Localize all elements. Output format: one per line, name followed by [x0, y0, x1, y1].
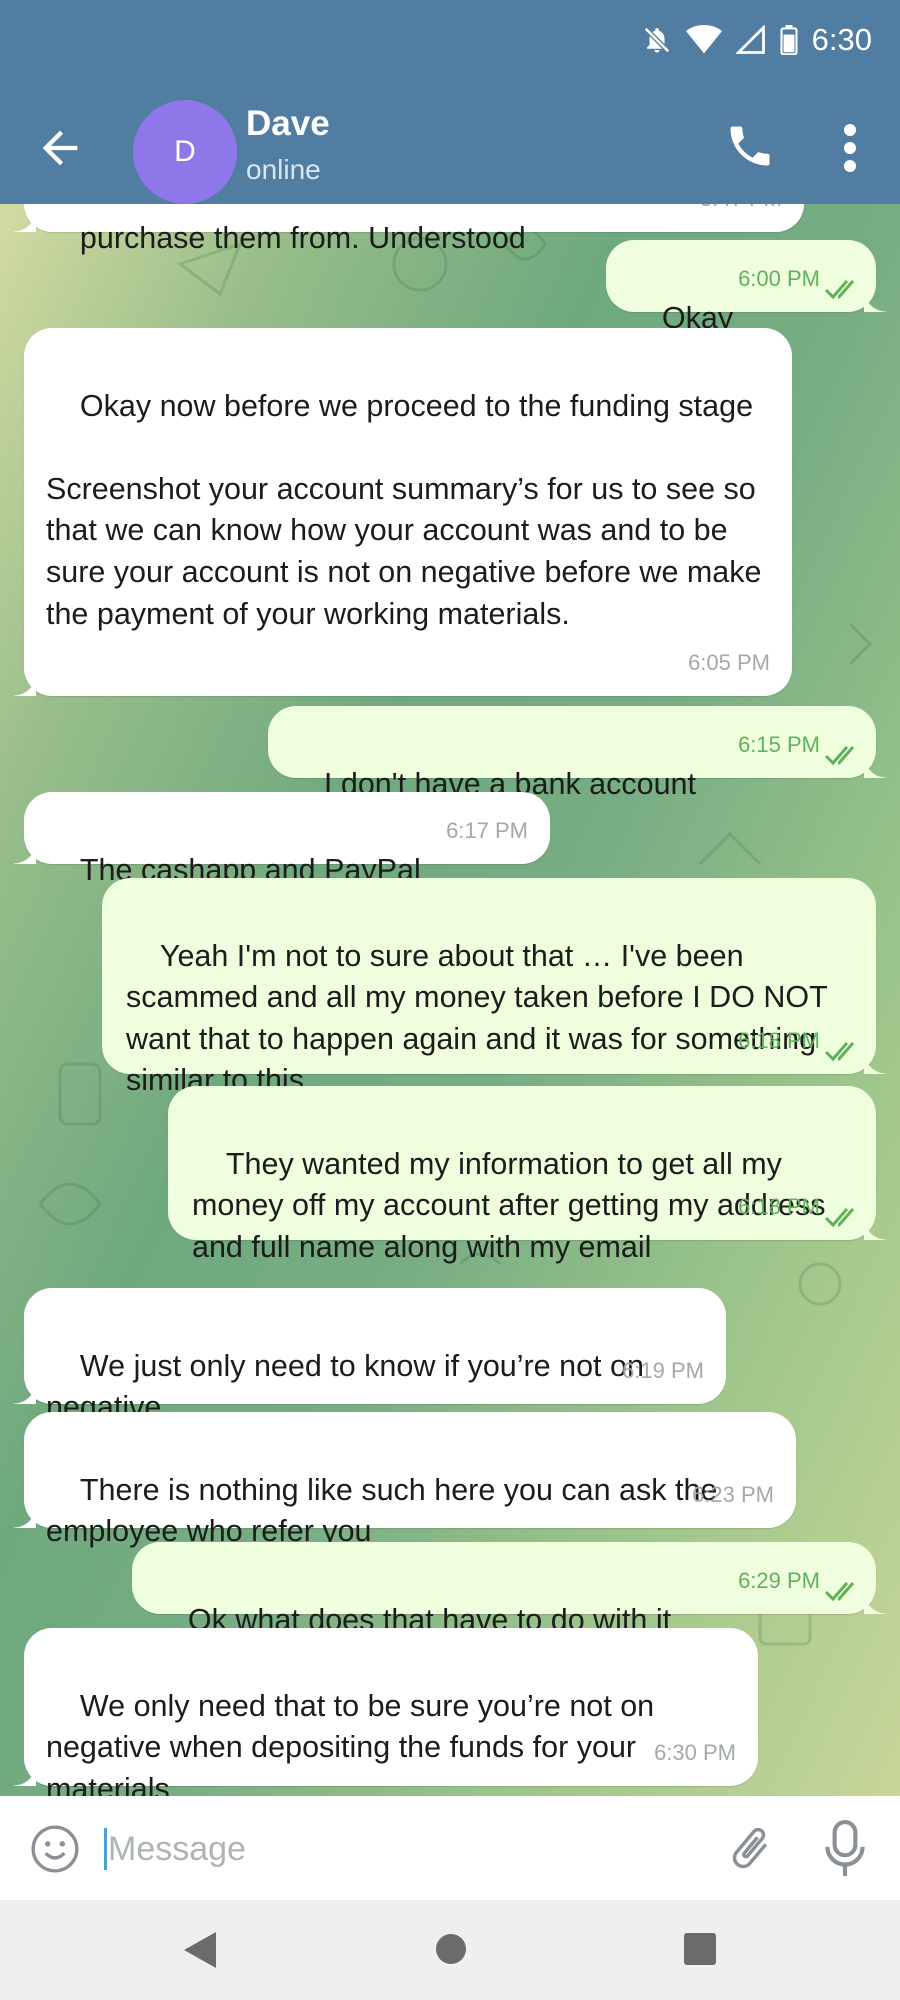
avatar[interactable]: D: [133, 100, 237, 204]
message-time: 6:23 PM: [692, 1482, 774, 1508]
message-time: 6:18 PM: [738, 1194, 820, 1220]
message-time: 6:15 PM: [738, 732, 820, 758]
emoji-icon[interactable]: [30, 1824, 80, 1874]
nav-back-icon[interactable]: [180, 1930, 220, 1970]
read-checkmarks-icon: [824, 746, 855, 766]
message-bubble-incoming[interactable]: We only need that to be sure you’re not …: [14, 1628, 758, 1796]
message-bubble-outgoing[interactable]: Yeah I'm not to sure about that … I've b…: [102, 878, 886, 1097]
message-time: 6:05 PM: [688, 650, 770, 676]
nav-home-icon[interactable]: [436, 1934, 466, 1964]
status-icons: 6:30: [642, 22, 872, 58]
message-time: 6:29 PM: [738, 1568, 820, 1594]
message-composer: [0, 1796, 900, 1900]
message-bubble-incoming[interactable]: purchase them from. Understood 5:47 PM: [14, 204, 804, 255]
message-text: purchase them from. Understood: [79, 220, 526, 255]
phone-icon[interactable]: [724, 120, 776, 172]
message-bubble-incoming[interactable]: Okay now before we proceed to the fundin…: [14, 328, 792, 696]
bell-off-icon: [643, 26, 670, 54]
message-bubble-incoming[interactable]: The cashapp and PayPal 6:17 PM: [14, 792, 550, 887]
contact-name[interactable]: Dave: [246, 104, 330, 144]
message-time: 6:00 PM: [738, 266, 820, 292]
message-bubble-incoming[interactable]: There is nothing like such here you can …: [14, 1412, 796, 1548]
message-bubble-outgoing[interactable]: I don't have a bank account 6:15 PM: [268, 706, 886, 801]
message-list[interactable]: purchase them from. Understood 5:47 PM O…: [0, 204, 900, 1796]
battery-icon: [780, 25, 798, 55]
message-bubble-outgoing[interactable]: Ok what does that have to do with it 6:2…: [132, 1542, 886, 1637]
wifi-icon: [685, 25, 722, 54]
read-checkmarks-icon: [824, 280, 855, 300]
message-time: 6:17 PM: [446, 818, 528, 844]
chat-header: D Dave online: [0, 92, 900, 204]
message-time: 5:47 PM: [700, 204, 782, 220]
status-time: 6:30: [811, 22, 872, 57]
message-bubble-outgoing[interactable]: They wanted my information to get all my…: [168, 1086, 886, 1264]
message-bubble-outgoing[interactable]: Okay 6:00 PM: [606, 240, 886, 335]
message-input[interactable]: [106, 1816, 710, 1882]
message-bubble-incoming[interactable]: We just only need to know if you’re not …: [14, 1288, 726, 1424]
message-text: We only need that to be sure you’re not …: [46, 1688, 663, 1796]
status-bar: 6:30: [0, 0, 900, 92]
message-text: Okay now before we proceed to the fundin…: [46, 388, 762, 631]
signal-icon: [735, 25, 765, 54]
back-arrow-icon[interactable]: [34, 122, 86, 174]
message-time: 6:19 PM: [622, 1358, 704, 1384]
paperclip-icon[interactable]: [724, 1820, 776, 1876]
microphone-icon[interactable]: [822, 1820, 868, 1878]
read-checkmarks-icon: [824, 1208, 855, 1228]
nav-recents-icon[interactable]: [684, 1933, 716, 1965]
message-time: 6:18 PM: [738, 1028, 820, 1054]
message-time: 6:30 PM: [654, 1740, 736, 1766]
read-checkmarks-icon: [824, 1582, 855, 1602]
message-text: Yeah I'm not to sure about that … I've b…: [126, 938, 836, 1098]
contact-status: online: [246, 154, 321, 185]
system-navigation-bar: [0, 1900, 900, 2000]
more-options-icon[interactable]: [830, 120, 870, 176]
read-checkmarks-icon: [824, 1042, 855, 1062]
